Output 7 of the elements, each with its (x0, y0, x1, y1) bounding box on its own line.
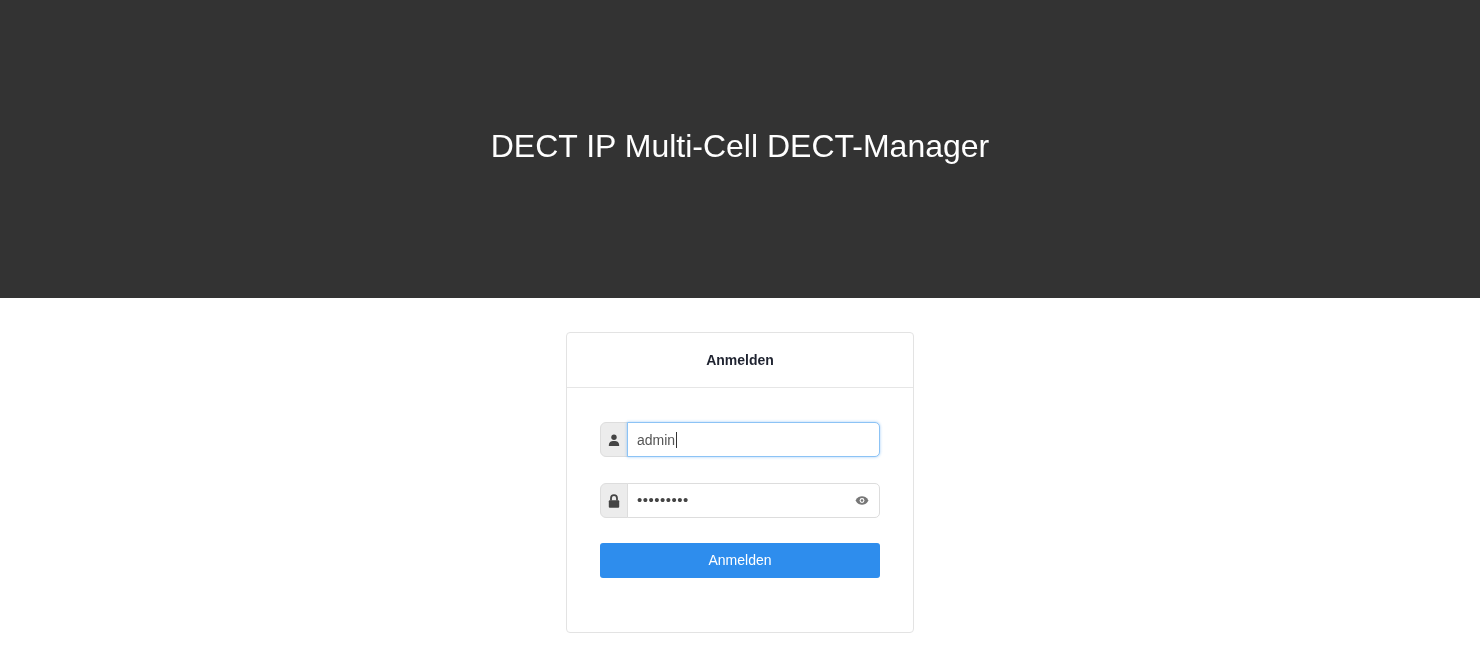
login-card-title: Anmelden (706, 350, 774, 370)
page-title: DECT IP Multi-Cell DECT-Manager (490, 126, 990, 166)
eye-icon[interactable] (855, 496, 869, 505)
lock-icon (600, 483, 628, 518)
user-icon (600, 422, 628, 457)
password-field[interactable]: ••••••••• (627, 483, 880, 518)
username-field[interactable]: admin (627, 422, 880, 457)
